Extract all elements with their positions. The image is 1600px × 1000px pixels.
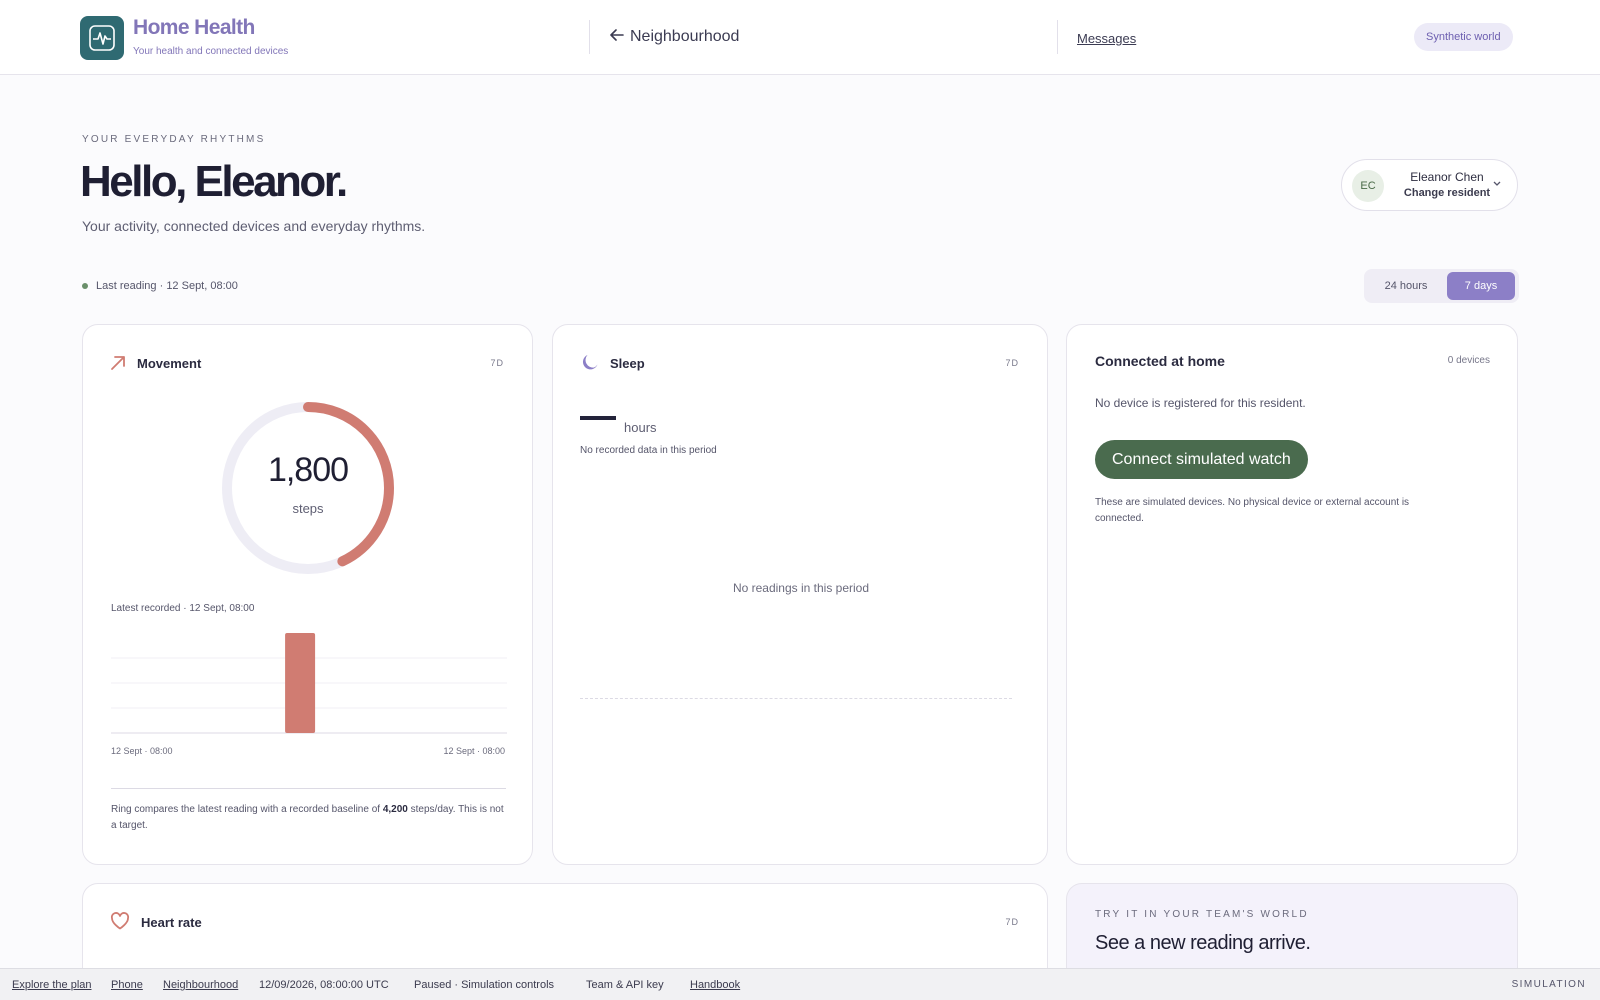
brand-subtitle: Your health and connected devices [133,46,289,57]
steps-bar-chart [111,633,507,734]
simulated-note: These are simulated devices. No physical… [1095,497,1410,524]
moon-icon [580,352,600,377]
header-divider [589,20,590,54]
baseline-note: Ring compares the latest reading with a … [111,802,511,834]
arrow-left-icon [610,28,624,46]
neighbourhood-link[interactable]: Neighbourhood [163,979,238,991]
change-resident-label: Change resident [1403,187,1491,199]
back-link-label: Neighbourhood [630,28,740,45]
try-it-eyebrow: TRY IT IN YOUR TEAM'S WORLD [1095,909,1309,920]
last-reading-status: Last reading · 12 Sept, 08:00 [82,280,238,292]
arrow-up-right-icon [110,355,126,376]
range-toggle: 24 hours 7 days [1364,269,1519,303]
sleep-card: Sleep 7D hours No recorded data in this … [552,324,1048,865]
sleep-title: Sleep [610,356,645,371]
connect-watch-button[interactable]: Connect simulated watch [1095,440,1308,479]
heart-icon [110,912,130,935]
pulse-logo-icon[interactable] [80,16,124,60]
baseline-note-prefix: Ring compares the latest reading with a … [111,804,383,815]
divider [111,788,506,789]
sleep-empty-state: No readings in this period [732,581,870,595]
connected-title: Connected at home [1095,353,1225,369]
range-24-hours-button[interactable]: 24 hours [1368,272,1444,300]
range-tag: 7D [490,358,504,368]
range-7-days-button[interactable]: 7 days [1447,272,1515,300]
phone-link[interactable]: Phone [111,979,143,991]
movement-title: Movement [137,356,202,371]
sleep-no-data: No recorded data in this period [580,445,717,456]
movement-card: Movement 7D 1,800 steps Latest recorded … [82,324,533,865]
heart-rate-title: Heart rate [141,915,202,930]
x-tick-start: 12 Sept · 08:00 [111,746,173,756]
status-dot-icon [82,283,88,289]
baseline-value: 4,200 [382,804,408,815]
sleep-unit: hours [624,420,657,435]
messages-link[interactable]: Messages [1077,31,1136,46]
page-eyebrow: YOUR EVERYDAY RHYTHMS [82,134,266,145]
back-to-neighbourhood-link[interactable]: Neighbourhood [610,28,739,46]
last-reading-text: Last reading · 12 Sept, 08:00 [96,280,238,292]
header-divider [1057,20,1058,54]
sim-datetime: 12/09/2026, 08:00:00 UTC [259,979,389,991]
simulation-controls[interactable]: Paused · Simulation controls [414,979,554,991]
handbook-link[interactable]: Handbook [690,979,740,991]
simulation-bar: Explore the plan Phone Neighbourhood 12/… [0,968,1600,1000]
resident-switcher[interactable]: EC Eleanor Chen Change resident [1341,159,1518,211]
steps-unit: steps [292,501,324,516]
page-title: Hello, Eleanor. [80,157,348,206]
range-tag: 7D [1005,358,1019,368]
sleep-baseline [580,698,1012,699]
resident-name: Eleanor Chen [1410,170,1484,184]
range-tag: 7D [1005,917,1019,927]
brand-title[interactable]: Home Health [133,16,255,40]
explore-plan-link[interactable]: Explore the plan [12,979,92,991]
try-it-title: See a new reading arrive. [1095,932,1311,954]
connected-card: Connected at home 0 devices No device is… [1066,324,1518,865]
avatar: EC [1352,170,1384,202]
page-subtitle: Your activity, connected devices and eve… [82,218,426,234]
steps-bar [285,633,316,733]
steps-value: 1,800 [267,451,349,489]
world-badge: Synthetic world [1414,23,1513,51]
mode-label: SIMULATION [1511,979,1586,990]
device-count: 0 devices [1447,355,1490,366]
empty-value-dash [580,416,616,420]
no-device-text: No device is registered for this residen… [1095,396,1306,410]
team-api-key[interactable]: Team & API key [586,979,664,991]
chevron-down-icon [1493,179,1501,190]
latest-recorded: Latest recorded · 12 Sept, 08:00 [111,603,255,614]
x-tick-end: 12 Sept · 08:00 [443,746,505,756]
app-header: Home Health Your health and connected de… [0,0,1600,75]
